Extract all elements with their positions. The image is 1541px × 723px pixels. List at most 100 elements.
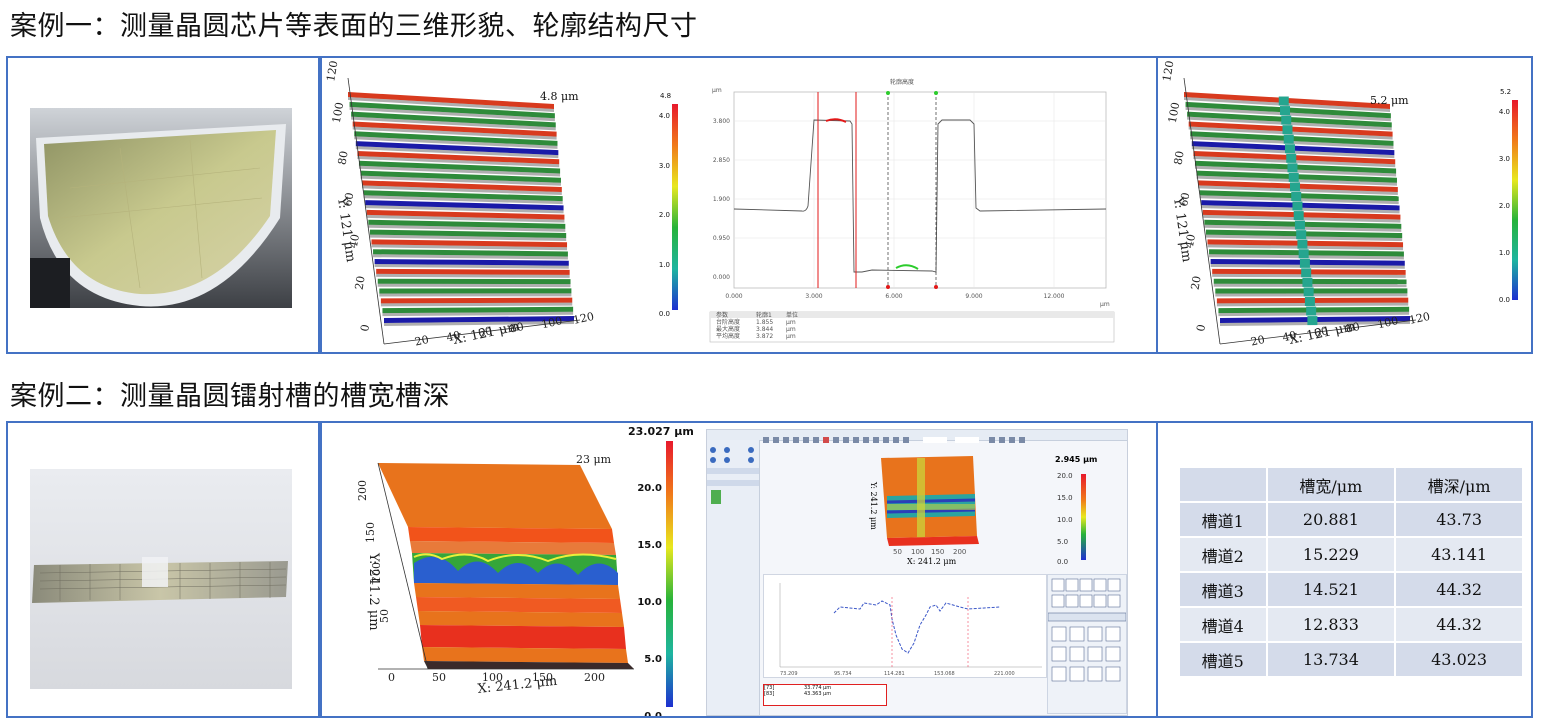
profile-x-tick: 3.000 — [805, 293, 822, 300]
software-colorbar-tick: 10.0 — [1057, 516, 1073, 524]
case2-photo-panel — [6, 421, 320, 718]
table-cell-width: 13.734 — [1265, 641, 1396, 676]
software-colorbar-top: 2.945 μm — [1055, 455, 1097, 464]
profile-table-cell: 3.872 — [756, 333, 773, 340]
software-3d-view: 50 100 150 200 X: 241.2 μm Y: 241.2 μm 2… — [869, 455, 1097, 566]
table-cell-width: 12.833 — [1265, 606, 1396, 642]
y-tick-label: 20 — [352, 275, 367, 291]
software-colorbar-tick: 15.0 — [1057, 494, 1073, 502]
groove-notch — [1302, 277, 1313, 287]
groove-notch — [1296, 230, 1307, 240]
table-cell-depth: 43.73 — [1394, 501, 1522, 537]
table-cell-name: 槽道1 — [1178, 501, 1267, 537]
colorbar-tick-label: 20.0 — [637, 483, 662, 494]
stripe-shadow — [379, 293, 572, 297]
mini-x-tick: 200 — [953, 548, 966, 556]
table-header-cell: 槽宽/μm — [1265, 468, 1396, 502]
case1-3d-model-right: 12010080604020020 40 60 80 100 120Y: 121 μmX:… — [1160, 60, 1431, 349]
table-header-cell — [1178, 468, 1267, 502]
surface-stripe — [379, 288, 572, 294]
case2-x-tick: 200 — [584, 671, 605, 684]
colorbar-tick-label: 1.0 — [658, 260, 670, 269]
profile-x-tick: 12.000 — [1044, 293, 1065, 300]
groove-notch — [1287, 163, 1298, 173]
colorbar-tick-label: 4.0 — [658, 112, 670, 120]
profile-x-tick: 0.000 — [725, 293, 742, 300]
case1-right-colorbar — [1512, 100, 1518, 300]
case1-left-colorbar — [672, 104, 678, 310]
case2-y-tick: 200 — [356, 480, 369, 501]
table-cell-width: 15.229 — [1265, 536, 1396, 572]
colorbar-tick-label: 0.0 — [644, 711, 662, 718]
colorbar-tick-label: 0.0 — [1498, 296, 1510, 304]
case1-left-colorbar-top: 4.8 — [660, 92, 672, 100]
groove-notch — [1303, 287, 1314, 297]
software-toolbar — [707, 430, 1127, 443]
groove-notch — [1283, 134, 1294, 144]
x-tick-label: 20 — [1250, 333, 1266, 349]
groove-notch — [1292, 201, 1303, 211]
table-cell-name: 槽道2 — [1178, 536, 1267, 572]
case1-photo-panel — [6, 56, 320, 354]
sw-profile-x-tick: 221.000 — [994, 671, 1015, 677]
x-tick-label: 120 — [572, 310, 595, 327]
table-header-row: 槽宽/μm 槽深/μm — [1178, 468, 1522, 502]
table-row: 槽道1 20.881 43.73 — [1178, 501, 1522, 537]
profile-table-header: 轮廓1 — [756, 311, 772, 319]
y-tick-label: 120 — [1160, 60, 1176, 83]
profile-y-tick: 0.950 — [713, 235, 730, 242]
sw-profile-x-tick: 73.209 — [780, 671, 798, 677]
groove-notch — [1280, 106, 1291, 116]
surface-stripe — [376, 268, 570, 275]
profile-y-ticks: 3.800 2.850 1.900 0.950 0.000 — [713, 118, 730, 281]
colorbar-tick-label: 3.0 — [658, 161, 670, 170]
software-window: 50 100 150 200 X: 241.2 μm Y: 241.2 μm 2… — [706, 429, 1128, 716]
mini-x-tick: 50 — [893, 548, 902, 556]
table-cell-name: 槽道4 — [1178, 606, 1267, 642]
colorbar-tick-label: 5.0 — [644, 654, 662, 665]
profile-table-cell: 平均高度 — [716, 332, 740, 340]
profile-x-unit: μm — [1100, 301, 1110, 308]
profile-table-cell: 最大高度 — [716, 325, 740, 333]
y-tick-label: 0 — [1194, 323, 1208, 332]
table-row: 槽道5 13.734 43.023 — [1178, 641, 1522, 676]
mini-x-label: X: 241.2 μm — [907, 557, 957, 566]
table-cell-depth: 43.023 — [1394, 641, 1522, 676]
profile-y-unit: μm — [712, 87, 722, 94]
table-row: 槽道3 14.521 44.32 — [1178, 571, 1522, 607]
x-tick-label: 20 — [414, 333, 430, 349]
colorbar-tick-label: 15.0 — [637, 540, 662, 551]
y-tick-label: 20 — [1188, 275, 1203, 291]
wafer-strip-photo — [30, 469, 292, 689]
wafer-photo — [30, 108, 292, 308]
colorbar-tick-label: 10.0 — [637, 597, 662, 608]
y-tick-label: 80 — [1171, 150, 1186, 166]
software-colorbar-tick: 20.0 — [1057, 472, 1073, 480]
y-axis-label: Y: 121 μm — [334, 195, 358, 263]
y-axis-label: Y: 121 μm — [1170, 195, 1194, 263]
table-cell-width: 14.521 — [1265, 571, 1396, 607]
y-tick-label: 100 — [1166, 101, 1182, 124]
case1-right-peak-label: 5.2 μm — [1370, 94, 1409, 107]
case1-title: 案例一：测量晶圆芯片等表面的三维形貌、轮廓结构尺寸 — [10, 11, 698, 42]
table-header-cell: 槽深/μm — [1394, 468, 1522, 502]
case2-colorbar-top: 23.027 μm — [628, 425, 694, 438]
table-cell-depth: 44.32 — [1394, 571, 1522, 607]
case1-left-peak-label: 4.8 μm — [540, 90, 579, 103]
y-tick-label: 100 — [330, 101, 346, 124]
software-sidebar — [707, 440, 760, 715]
mini-y-label: Y: 241.2 μm — [869, 481, 878, 530]
mini-x-tick: 150 — [931, 548, 944, 556]
table-cell-depth: 44.32 — [1394, 606, 1522, 642]
colorbar-tick-label: 2.0 — [1498, 202, 1510, 210]
groove-notch — [1306, 306, 1317, 316]
groove-notch — [1291, 191, 1302, 201]
case2-y-axis-label: Y: 241.2 μm — [366, 552, 381, 631]
colorbar-tick-label: 3.0 — [1498, 155, 1510, 163]
table-row: 槽道4 12.833 44.32 — [1178, 606, 1522, 642]
case1-right-colorbar-top: 5.2 — [1500, 88, 1512, 96]
sw-result-cell: 43.363 μm — [804, 691, 832, 697]
groove-notch — [1284, 144, 1295, 154]
profile-y-tick: 1.900 — [713, 196, 730, 203]
case2-table-panel: 槽宽/μm 槽深/μm 槽道1 20.881 43.73 槽道2 15.229 … — [1156, 421, 1533, 718]
